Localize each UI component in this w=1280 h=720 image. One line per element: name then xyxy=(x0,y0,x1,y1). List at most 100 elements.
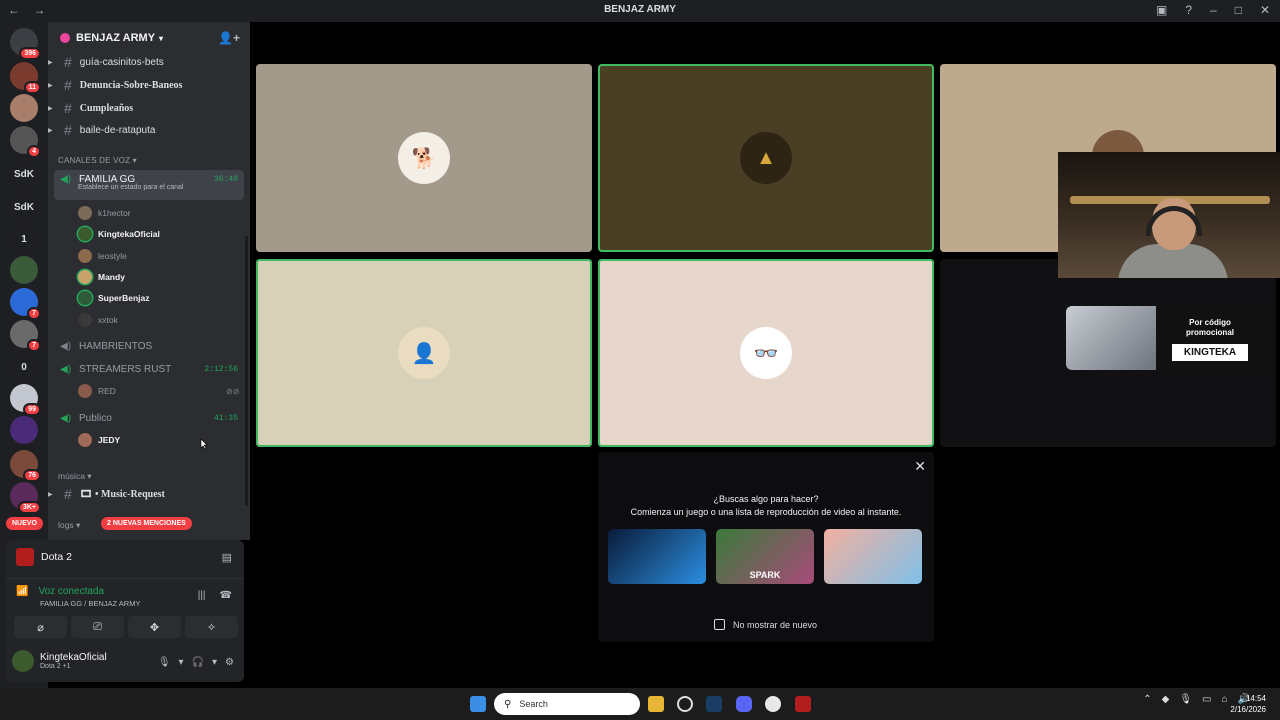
display-icon[interactable]: ▭ xyxy=(1202,694,1211,705)
participant-tile[interactable]: 🐕 xyxy=(256,64,592,252)
disconnect-icon[interactable]: ☎ xyxy=(220,590,232,601)
chevron-up-icon[interactable]: ⌃ xyxy=(1143,694,1151,705)
clock[interactable]: 14:54 2/16/2026 xyxy=(1230,693,1266,715)
activity-card[interactable] xyxy=(608,529,706,584)
streamer xyxy=(1118,198,1228,278)
channel-name-text: Music-Request xyxy=(101,488,165,500)
activities-button[interactable]: ✥ xyxy=(128,616,181,638)
category-music[interactable]: música ▾ xyxy=(58,471,92,482)
maximize-button[interactable]: □ xyxy=(1235,3,1242,17)
server-icon[interactable]: 396 xyxy=(10,28,41,60)
hash-icon: # xyxy=(64,122,72,138)
scrollbar[interactable] xyxy=(245,236,248,506)
steam-tray-icon[interactable]: ◆ xyxy=(1162,694,1170,705)
chrome-icon[interactable] xyxy=(765,696,781,712)
help-icon[interactable]: ? xyxy=(1185,3,1192,17)
participant-tile[interactable]: 👓 xyxy=(598,259,934,447)
activity-card[interactable]: SPARK xyxy=(716,529,814,584)
chevron-down-icon[interactable]: ▾ xyxy=(179,657,184,668)
voice-user[interactable]: leostyle xyxy=(78,247,127,265)
current-user[interactable]: KingtekaOficial Dota 2 +1 xyxy=(12,650,107,672)
participant-tile[interactable]: ▲ xyxy=(598,64,934,252)
user-name: Mandy xyxy=(98,271,125,282)
unread-badge: 7 xyxy=(27,339,41,352)
server-icon[interactable]: 76 xyxy=(10,450,41,482)
channel-item[interactable]: ▶ # Cumpleaños xyxy=(48,98,250,118)
server-icon[interactable]: SdK xyxy=(10,160,38,188)
checkbox-label: No mostrar de nuevo xyxy=(733,619,818,630)
voice-user[interactable]: JEDY xyxy=(78,431,120,449)
microphone-icon[interactable]: 🎙 xyxy=(158,657,171,668)
server-icon[interactable]: 7 xyxy=(10,320,41,352)
dota-icon[interactable] xyxy=(795,696,811,712)
camera-button[interactable]: ⌀ xyxy=(14,616,67,638)
activity-card[interactable] xyxy=(824,529,922,584)
category-logs[interactable]: logs ▾ xyxy=(58,520,80,531)
server-icon[interactable]: 4 xyxy=(10,126,41,158)
network-icon[interactable]: ⌂ xyxy=(1222,694,1228,705)
category-voice[interactable]: CANALES DE VOZ ▾ xyxy=(58,156,137,165)
unread-badge: 3K+ xyxy=(17,501,41,514)
steam-icon[interactable] xyxy=(706,696,722,712)
unread-badge: 76 xyxy=(23,469,41,482)
participant-tile[interactable]: 👤 xyxy=(256,259,592,447)
guild-header[interactable]: BENJAZ ARMY ▾ 👤+ xyxy=(48,22,250,54)
dont-show-again[interactable]: No mostrar de nuevo xyxy=(714,619,817,630)
server-icon[interactable]: 1 xyxy=(10,225,38,253)
voice-channel-name: HAMBRIENTOS xyxy=(79,340,153,352)
add-member-icon[interactable]: 👤+ xyxy=(218,31,240,45)
soundboard-button[interactable]: ✧ xyxy=(185,616,238,638)
close-icon[interactable]: ✕ xyxy=(914,458,926,475)
hash-icon: # xyxy=(64,77,72,93)
channel-item[interactable]: ▶ # baile-de-rataputa xyxy=(48,120,250,140)
inbox-icon[interactable]: ▣ xyxy=(1156,3,1167,17)
app-icon[interactable] xyxy=(677,696,693,712)
server-icon[interactable] xyxy=(10,94,38,122)
avatar xyxy=(78,291,92,306)
microphone-icon[interactable]: 🎙 xyxy=(1179,694,1192,705)
voice-user[interactable]: RED ⊘⊘ xyxy=(78,382,239,400)
voice-user[interactable]: xxtok xyxy=(78,311,118,329)
channel-item[interactable]: ▶ # Denuncia-Sobre-Baneos xyxy=(48,75,250,95)
server-icon[interactable]: 99 xyxy=(10,384,41,416)
voice-user[interactable]: k1hector xyxy=(78,204,131,222)
server-icon[interactable]: 7 xyxy=(10,288,41,320)
voice-user[interactable]: Mandy xyxy=(78,268,125,286)
voice-location[interactable]: FAMILIA GG / BENJAZ ARMY xyxy=(40,599,140,608)
server-icon[interactable] xyxy=(10,256,38,284)
voice-user[interactable]: KingtekaOficial xyxy=(78,225,160,243)
stream-icon[interactable]: ▤ xyxy=(222,551,232,564)
chevron-down-icon[interactable]: ▾ xyxy=(212,657,217,668)
checkbox[interactable] xyxy=(714,619,725,630)
server-icon[interactable] xyxy=(10,416,38,444)
mentions-button[interactable]: 2 NUEVAS MENCIONES xyxy=(101,517,192,530)
server-icon[interactable]: 11 xyxy=(10,62,41,94)
voice-channel-hambrientos[interactable]: ◀) HAMBRIENTOS xyxy=(54,338,244,354)
channel-item[interactable]: ▶ # 🎞 • Music-Request xyxy=(48,484,250,504)
new-button[interactable]: NUEVO xyxy=(6,517,43,530)
server-icon[interactable]: SdK xyxy=(10,193,38,221)
voice-channel-familia[interactable]: ◀) FAMILIA GG 36:40 Establece un estado … xyxy=(54,170,244,200)
muted-icon: ⊘⊘ xyxy=(226,386,240,396)
minimize-button[interactable]: – xyxy=(1210,3,1217,17)
file-explorer-icon[interactable] xyxy=(648,696,664,712)
taskbar-search[interactable]: ⚲ Search xyxy=(494,693,640,715)
gear-icon[interactable]: ⚙ xyxy=(225,657,234,668)
close-button[interactable]: ✕ xyxy=(1260,3,1270,17)
activity-game[interactable]: Dota 2 xyxy=(16,548,72,566)
voice-user[interactable]: SuperBenjaz xyxy=(78,289,150,307)
window-controls: ▣ ? – □ ✕ xyxy=(1156,3,1270,17)
voice-channel-streamers[interactable]: ◀) STREAMERS RUST 2:12:56 xyxy=(54,361,244,377)
voice-channel-publico[interactable]: ◀) Publico 41:35 xyxy=(54,410,244,426)
headphones-icon[interactable]: 🎧 xyxy=(192,657,204,668)
voice-connected[interactable]: 📶 Voz conectada xyxy=(16,586,104,597)
windows-start-icon[interactable] xyxy=(470,696,486,712)
server-icon[interactable]: 0 xyxy=(10,353,38,381)
share-screen-button[interactable]: ⎚ xyxy=(71,616,124,638)
title-bar: ← → BENJAZ ARMY ▣ ? – □ ✕ xyxy=(0,0,1280,22)
discord-icon[interactable] xyxy=(736,696,752,712)
voice-channel-name: Publico xyxy=(79,412,112,424)
channel-item[interactable]: ▶ # guía-casinitos-bets xyxy=(48,52,250,72)
server-icon[interactable]: 3K+ xyxy=(10,482,41,514)
noise-suppression-icon[interactable]: ||| xyxy=(198,590,206,601)
